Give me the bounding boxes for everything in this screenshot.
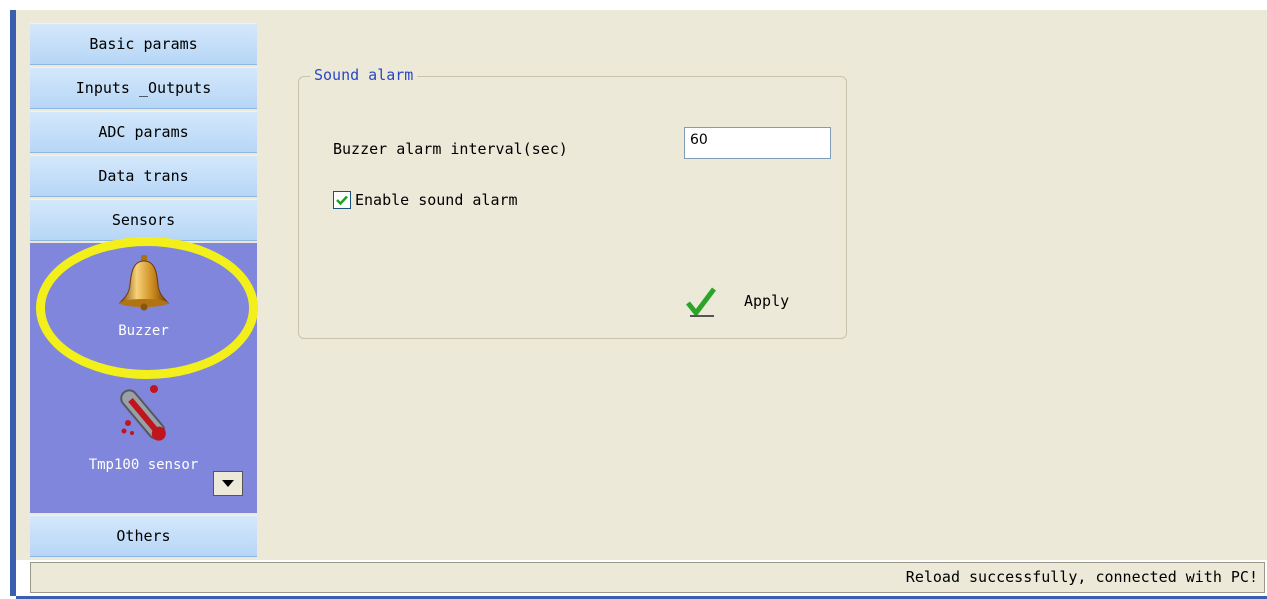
apply-check-icon (686, 287, 716, 317)
interval-label: Buzzer alarm interval(sec) (333, 140, 568, 158)
panel-scroll-down-button[interactable] (213, 471, 243, 496)
thermometer-icon (119, 385, 166, 441)
settings-nav: Basic params Inputs _Outputs ADC params … (30, 23, 257, 557)
checkmark-icon (336, 195, 348, 206)
status-message: Reload successfully, connected with PC! (905, 568, 1258, 586)
enable-sound-checkbox[interactable] (333, 191, 351, 209)
nav-data-trans[interactable]: Data trans (30, 155, 257, 197)
panel-item-label: Buzzer (118, 323, 169, 339)
group-title: Sound alarm (310, 66, 418, 84)
bell-icon (118, 255, 169, 311)
status-bar: Reload successfully, connected with PC! (30, 562, 1265, 593)
nav-adc-params[interactable]: ADC params (30, 111, 257, 153)
app-window: Basic params Inputs _Outputs ADC params … (0, 0, 1267, 599)
window-top-edge (16, 0, 1267, 10)
apply-label: Apply (744, 292, 790, 310)
chevron-down-icon (222, 480, 234, 487)
nav-others[interactable]: Others (30, 515, 257, 557)
panel-item-buzzer[interactable]: Buzzer (30, 253, 257, 345)
interval-input[interactable]: 60 (684, 127, 831, 159)
nav-sensors[interactable]: Sensors (30, 199, 257, 241)
nav-basic-params[interactable]: Basic params (30, 23, 257, 65)
sensors-panel: Buzzer Tmp100 sensor (30, 243, 257, 513)
enable-sound-label[interactable]: Enable sound alarm (355, 191, 518, 209)
nav-inputs-outputs[interactable]: Inputs _Outputs (30, 67, 257, 109)
apply-button[interactable]: Apply (682, 283, 812, 319)
